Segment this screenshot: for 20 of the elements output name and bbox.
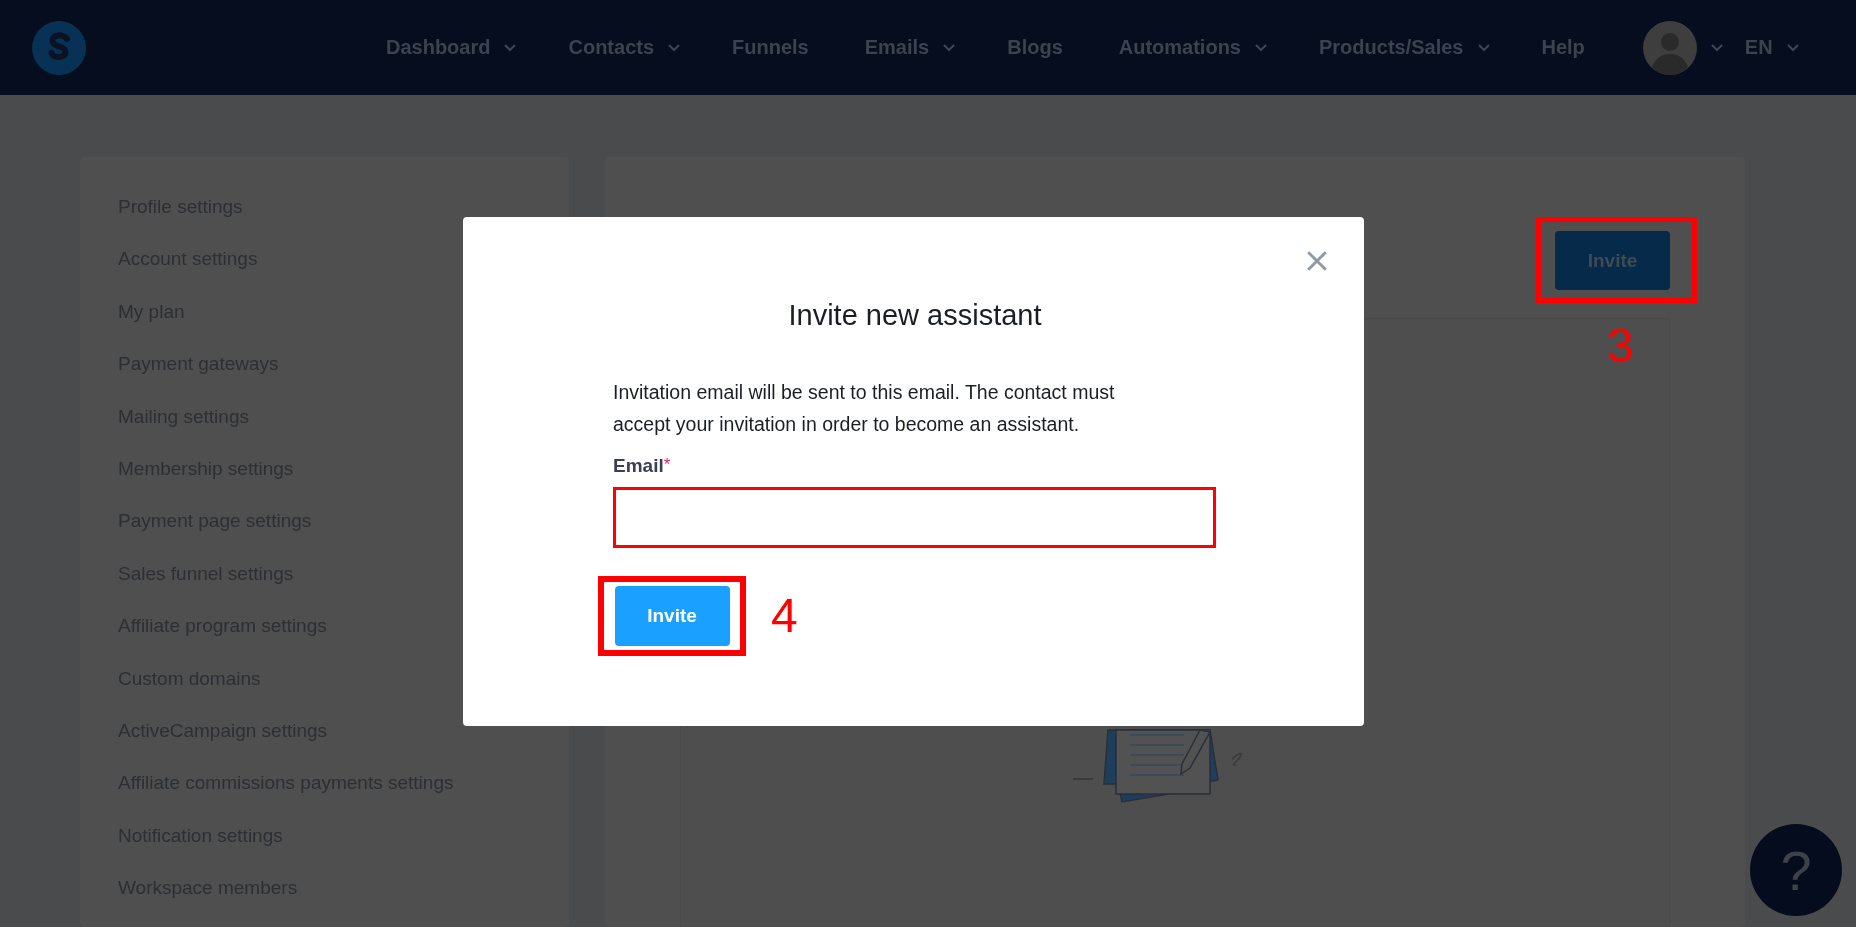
caret-icon[interactable] (1477, 43, 1490, 52)
invite-button[interactable]: Invite (1555, 231, 1670, 290)
caret-icon[interactable] (1710, 43, 1723, 52)
close-icon[interactable] (1306, 250, 1328, 272)
caret-icon[interactable] (943, 43, 956, 52)
dialog-title: Invite new assistant (787, 299, 1043, 332)
logo-icon[interactable] (32, 20, 86, 75)
avatar-icon[interactable] (1642, 20, 1697, 75)
caret-icon[interactable] (668, 43, 681, 52)
step-number: 3 (1607, 322, 1634, 370)
invite-button[interactable]: Invite (614, 586, 730, 646)
caret-icon[interactable] (1255, 43, 1267, 52)
email-input-field[interactable] (613, 487, 1216, 548)
caret-icon[interactable] (504, 43, 517, 52)
email-label: Email (613, 455, 664, 477)
help-button[interactable]: ? (1750, 824, 1842, 916)
step-number: 4 (771, 592, 798, 640)
caret-icon[interactable] (1786, 43, 1799, 52)
required-asterisk: * (663, 455, 671, 476)
dialog-description: Invitation email will be sent to this email. The contact must accept your invitation in order to become an assistant. (613, 380, 1116, 437)
